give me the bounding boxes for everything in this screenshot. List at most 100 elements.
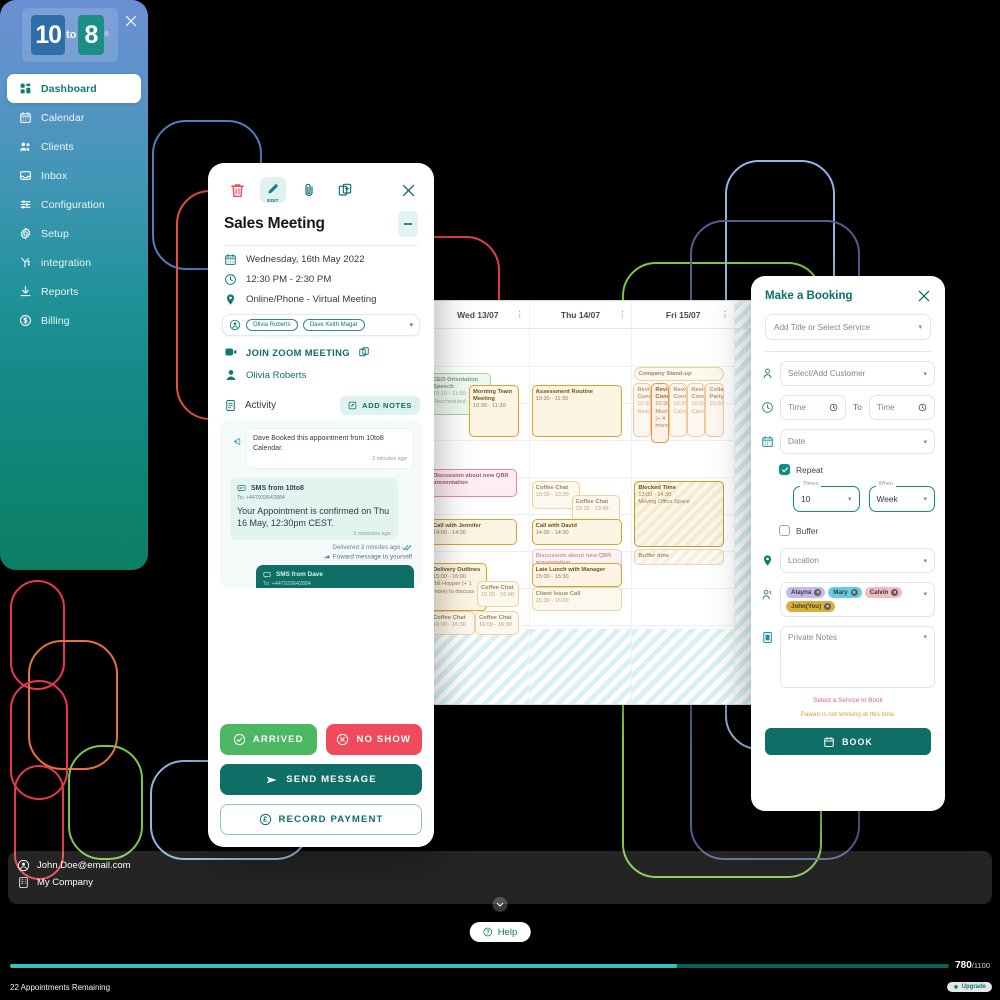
calendar-event-time: 10:30 bbox=[673, 401, 688, 408]
remove-chip-icon[interactable]: × bbox=[814, 589, 822, 596]
document-icon bbox=[763, 632, 772, 643]
clock-icon[interactable] bbox=[829, 403, 838, 412]
date-select[interactable]: Date ▾ bbox=[780, 429, 935, 454]
copy-icon[interactable] bbox=[358, 346, 370, 358]
calendar-event[interactable]: Buffer time bbox=[634, 549, 725, 565]
calendar-event-time: 16:00 - 16:30 bbox=[479, 622, 512, 629]
more-options-icon[interactable] bbox=[398, 211, 418, 237]
send-message-button[interactable]: SEND MESSAGE bbox=[220, 764, 422, 795]
close-icon[interactable] bbox=[917, 289, 931, 303]
join-zoom-link[interactable]: JOIN ZOOM MEETING bbox=[246, 347, 350, 358]
staff-multiselect[interactable]: Alayna × Mary × Calvin × John(You) × ▾ bbox=[780, 582, 935, 617]
arrived-button[interactable]: ARRIVED bbox=[220, 724, 317, 755]
book-button[interactable]: BOOK bbox=[765, 728, 931, 755]
when-field[interactable]: When Week ▾ bbox=[868, 481, 935, 512]
column-menu-icon-1[interactable]: ⋮ bbox=[618, 310, 626, 318]
sidebar-item-clients[interactable]: Clients bbox=[7, 132, 141, 161]
staff-chip[interactable]: Mary × bbox=[828, 587, 862, 598]
activity-header: Activity ADD NOTES bbox=[208, 382, 434, 415]
calendar-day-column-2[interactable]: Company Stand-up Review Consult10:30Resch… bbox=[632, 329, 736, 704]
attendee-select[interactable]: Olivia Roberts Dave Keith Magar ▾ bbox=[222, 314, 420, 336]
zoom-meeting-row[interactable]: JOIN ZOOM MEETING bbox=[208, 336, 434, 359]
calendar-col-header-2[interactable]: Fri 15/07 ⋮ bbox=[632, 301, 736, 328]
staff-chip[interactable]: Calvin × bbox=[864, 587, 903, 598]
close-icon[interactable] bbox=[124, 14, 138, 28]
chevron-down-icon[interactable]: ▾ bbox=[923, 633, 927, 641]
sidebar-item-calendar[interactable]: Calendar bbox=[7, 103, 141, 132]
sidebar-item-integration[interactable]: integration bbox=[7, 248, 141, 277]
calendar-col-header-0[interactable]: Wed 13/07 ⋮ bbox=[427, 301, 530, 328]
sidebar-item-billing[interactable]: Billing bbox=[7, 306, 141, 335]
chevron-down-icon[interactable]: ▾ bbox=[409, 321, 413, 329]
remove-chip-icon[interactable]: × bbox=[891, 589, 899, 596]
calendar-event[interactable]: Late Lunch with Manager 15:00 - 15:30 bbox=[531, 563, 622, 587]
calendar-event[interactable]: Review Consult10:30Cance bbox=[687, 383, 706, 437]
customer-select[interactable]: Select/Add Customer ▾ bbox=[780, 361, 935, 386]
location-select[interactable]: Location ▾ bbox=[780, 548, 935, 573]
calendar-event[interactable]: Client Issue Call 15:30 - 16:00 bbox=[531, 587, 622, 611]
buffer-checkbox[interactable] bbox=[779, 525, 790, 536]
time-from-input[interactable]: Time bbox=[780, 395, 847, 420]
sidebar-item-dashboard[interactable]: Dashboard bbox=[7, 74, 141, 103]
sidebar-item-inbox[interactable]: Inbox bbox=[7, 161, 141, 190]
no-show-button[interactable]: NO SHOW bbox=[325, 724, 422, 755]
calendar-event[interactable]: Call with Jennifer 14:00 - 14:30 bbox=[429, 519, 517, 545]
calendar-col-header-1[interactable]: Thu 14/07 ⋮ bbox=[530, 301, 633, 328]
record-payment-button[interactable]: RECORD PAYMENT bbox=[220, 804, 422, 835]
remove-chip-icon[interactable]: × bbox=[824, 603, 832, 610]
buffer-checkbox-row[interactable]: Buffer bbox=[779, 525, 935, 536]
forward-message-label[interactable]: Foward message to yourself bbox=[333, 553, 412, 560]
remove-chip-icon[interactable]: × bbox=[850, 589, 858, 596]
attendee-chip-0[interactable]: Olivia Roberts bbox=[246, 319, 298, 331]
service-select[interactable]: Add Title or Select Service ▾ bbox=[765, 314, 931, 340]
repeat-checkbox-row[interactable]: Repeat bbox=[779, 464, 935, 475]
calendar-day-column-0[interactable]: CEO Orientation Speech 10:10 - 11:00 Resch… bbox=[427, 329, 530, 704]
add-notes-button[interactable]: ADD NOTES bbox=[340, 396, 420, 415]
staff-chip-label: Calvin bbox=[869, 589, 889, 596]
forward-message-row[interactable]: Foward message to yourself bbox=[228, 553, 414, 561]
times-select[interactable]: 10 ▾ bbox=[793, 486, 860, 512]
pencil-icon[interactable]: EDIT bbox=[260, 177, 286, 203]
calendar-event[interactable]: Coffee Chat 16:00 - 16:30 bbox=[475, 611, 519, 635]
calendar-event[interactable]: Assessment Routine 10:30 - 11:30 bbox=[531, 385, 622, 437]
when-select[interactable]: Week ▾ bbox=[868, 486, 935, 512]
calendar-event[interactable]: Collab Party10:30 - bbox=[705, 383, 725, 437]
attendee-chip-1[interactable]: Dave Keith Magar bbox=[302, 319, 365, 331]
column-menu-icon-0[interactable]: ⋮ bbox=[516, 310, 524, 318]
calendar-event[interactable]: Blocked Time 13:00 - 14:30 Moving Office S… bbox=[634, 481, 725, 547]
chevron-down-icon[interactable]: ▾ bbox=[923, 438, 927, 446]
chevron-down-icon[interactable]: ▾ bbox=[918, 323, 922, 331]
paperclip-icon[interactable] bbox=[296, 177, 322, 203]
staff-chip[interactable]: Alayna × bbox=[786, 587, 826, 598]
calendar-event[interactable]: Coffee Chat 15:30 - 16:00 bbox=[477, 581, 519, 607]
column-menu-icon-2[interactable]: ⋮ bbox=[721, 310, 729, 318]
private-notes-input[interactable]: Private Notes ▾ bbox=[780, 626, 935, 688]
calendar-event[interactable]: Call with David 14:00 - 14:30 bbox=[531, 519, 622, 545]
chevron-down-icon[interactable]: ▾ bbox=[923, 370, 927, 378]
calendar-event[interactable]: Discussion about new QBR presentation bbox=[429, 469, 517, 497]
calendar-event[interactable]: Review Consult10:30Must (+ 4 more) bbox=[651, 383, 670, 443]
chevron-down-icon[interactable]: ▾ bbox=[923, 590, 927, 598]
arrived-label: ARRIVED bbox=[252, 734, 304, 745]
chevron-down-icon[interactable]: ▾ bbox=[848, 495, 852, 503]
chevron-down-icon[interactable]: ▾ bbox=[923, 557, 927, 565]
calendar-day-column-1[interactable]: Assessment Routine 10:30 - 11:30 Coffee Ch… bbox=[529, 329, 633, 704]
trash-icon[interactable] bbox=[224, 177, 250, 203]
calendar-event[interactable]: Morning Team Meeting 10:30 - 11:30 bbox=[469, 385, 519, 437]
chevron-down-icon[interactable]: ▾ bbox=[923, 495, 927, 503]
duplicate-icon[interactable] bbox=[332, 177, 358, 203]
time-to-input[interactable]: Time bbox=[868, 395, 935, 420]
calendar-event[interactable]: Review Consult10:30Cance bbox=[669, 383, 688, 437]
repeat-checkbox[interactable] bbox=[779, 464, 790, 475]
calendar-event[interactable]: Review Consult10:30Resch bbox=[633, 383, 652, 437]
sidebar-item-reports[interactable]: Reports bbox=[7, 277, 141, 306]
sidebar-item-configuration[interactable]: Configuration bbox=[7, 190, 141, 219]
calendar-event[interactable]: Company Stand-up bbox=[634, 367, 725, 381]
calendar-event-note: Bill Hopper (+ 1 more) to discuss bbox=[433, 581, 475, 595]
calendar-event[interactable]: Coffee Chat 16:00 - 16:30 bbox=[429, 611, 475, 635]
clock-icon[interactable] bbox=[918, 403, 927, 412]
times-field[interactable]: Times 10 ▾ bbox=[793, 481, 860, 512]
staff-chip[interactable]: John(You) × bbox=[786, 601, 836, 612]
close-icon[interactable] bbox=[398, 180, 418, 200]
sidebar-item-setup[interactable]: Setup bbox=[7, 219, 141, 248]
